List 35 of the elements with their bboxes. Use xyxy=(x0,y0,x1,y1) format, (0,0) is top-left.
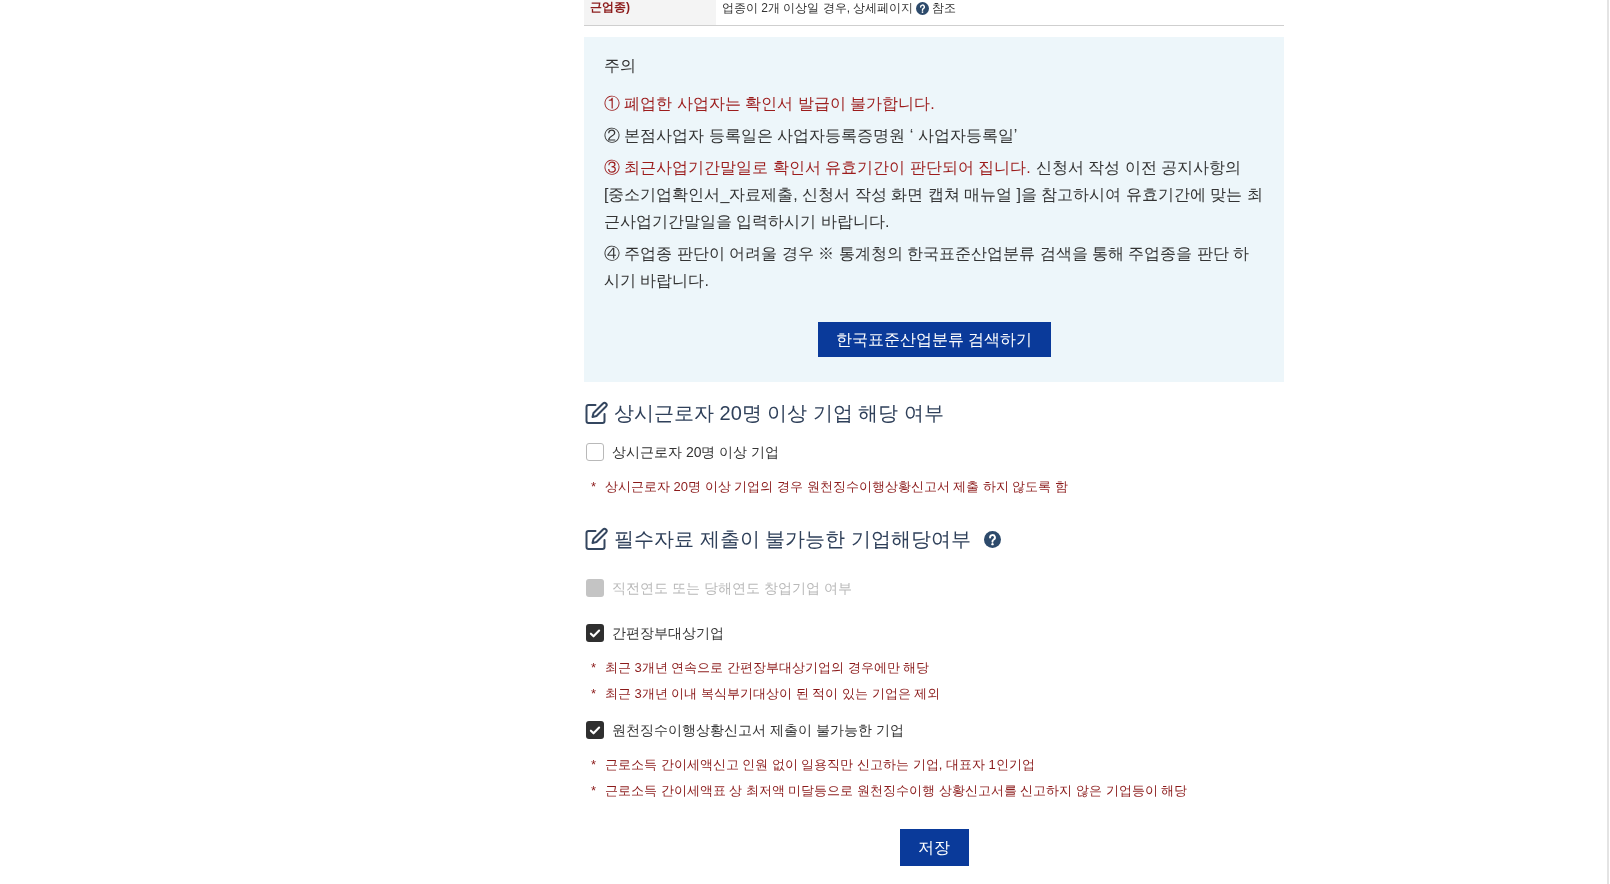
edit-icon xyxy=(584,527,609,551)
checkbox[interactable] xyxy=(586,443,604,461)
note-marker: * xyxy=(591,659,598,677)
notice-text: ③ 최근사업기간말일로 확인서 유효기간이 판단되어 집니다. 신청서 작성 이전 공지사항의 [중소기업확인서_자료제출, 신청서 작성 화면 캡쳐 매뉴얼 ]을 참고하시여 유효기간에 맞는 최근사업기간말일을 입력하시기 바랍니다. xyxy=(604,158,1264,232)
checkbox[interactable] xyxy=(586,624,604,642)
search-button[interactable]: 한국표준산업분류 검색하기 xyxy=(817,322,1051,357)
help-icon[interactable] xyxy=(916,1,930,15)
checkbox-label: 직전연도 또는 당해연도 창업기업 여부 xyxy=(612,579,852,598)
note-marker: * xyxy=(591,685,598,703)
section-heading: 필수자료 제출이 불가능한 기업해당여부 xyxy=(614,527,971,552)
notice-text: ① 폐업한 사업자는 확인서 발급이 불가합니다. xyxy=(604,94,936,114)
checkbox-label[interactable]: 상시근로자 20명 이상 기업 xyxy=(612,441,780,463)
checkmark-icon xyxy=(589,724,601,736)
checkmark-icon xyxy=(589,627,601,639)
notice-title: 주의 xyxy=(604,56,637,76)
note-marker: * xyxy=(591,782,598,800)
checkbox-label[interactable]: 원천징수이행상황신고서 제출이 불가능한 기업 xyxy=(612,719,904,741)
info-text: 업종이 2개 이상일 경우, 상세페이지 xyxy=(722,1,914,15)
section-heading: 상시근로자 20명 이상 기업 해당 여부 xyxy=(614,401,945,426)
notice-text: ② 본점사업자 등록일은 사업자등록증명원 ‘ 사업자등록일’ xyxy=(604,126,1019,146)
checkbox-label[interactable]: 간편장부대상기업 xyxy=(612,622,724,644)
note-text: 최근 3개년 연속으로 간편장부대상기업의 경우에만 해당 xyxy=(605,659,930,677)
note-text: 상시근로자 20명 이상 기업의 경우 원천징수이행상황신고서 제출 하지 않도록 함 xyxy=(605,478,1068,496)
note-marker: * xyxy=(591,478,598,496)
notice-text: ④ 주업종 판단이 어려울 경우 ※ 통계청의 한국표준산업분류 검색을 통해 주업종을 판단 하시기 바랍니다. xyxy=(604,244,1251,291)
edit-icon xyxy=(584,401,609,425)
note-text: 최근 3개년 이내 복식부기대상이 된 적이 있는 기업은 제외 xyxy=(605,685,941,703)
note-text: 근로소득 간이세액표 상 최저액 미달등으로 원천징수이행 상황신고서를 신고하지 않은 기업등이 해당 xyxy=(605,782,1188,800)
save-button[interactable]: 저장 xyxy=(899,829,969,866)
checkbox[interactable] xyxy=(586,721,604,739)
note-marker: * xyxy=(591,756,598,774)
table-header-cell: 근업종) xyxy=(584,0,716,25)
help-icon[interactable] xyxy=(983,530,1001,548)
info-text: 참조 xyxy=(932,1,957,15)
note-text: 근로소득 간이세액신고 인원 없이 일용직만 신고하는 기업, 대표자 1인기업 xyxy=(605,756,1035,774)
